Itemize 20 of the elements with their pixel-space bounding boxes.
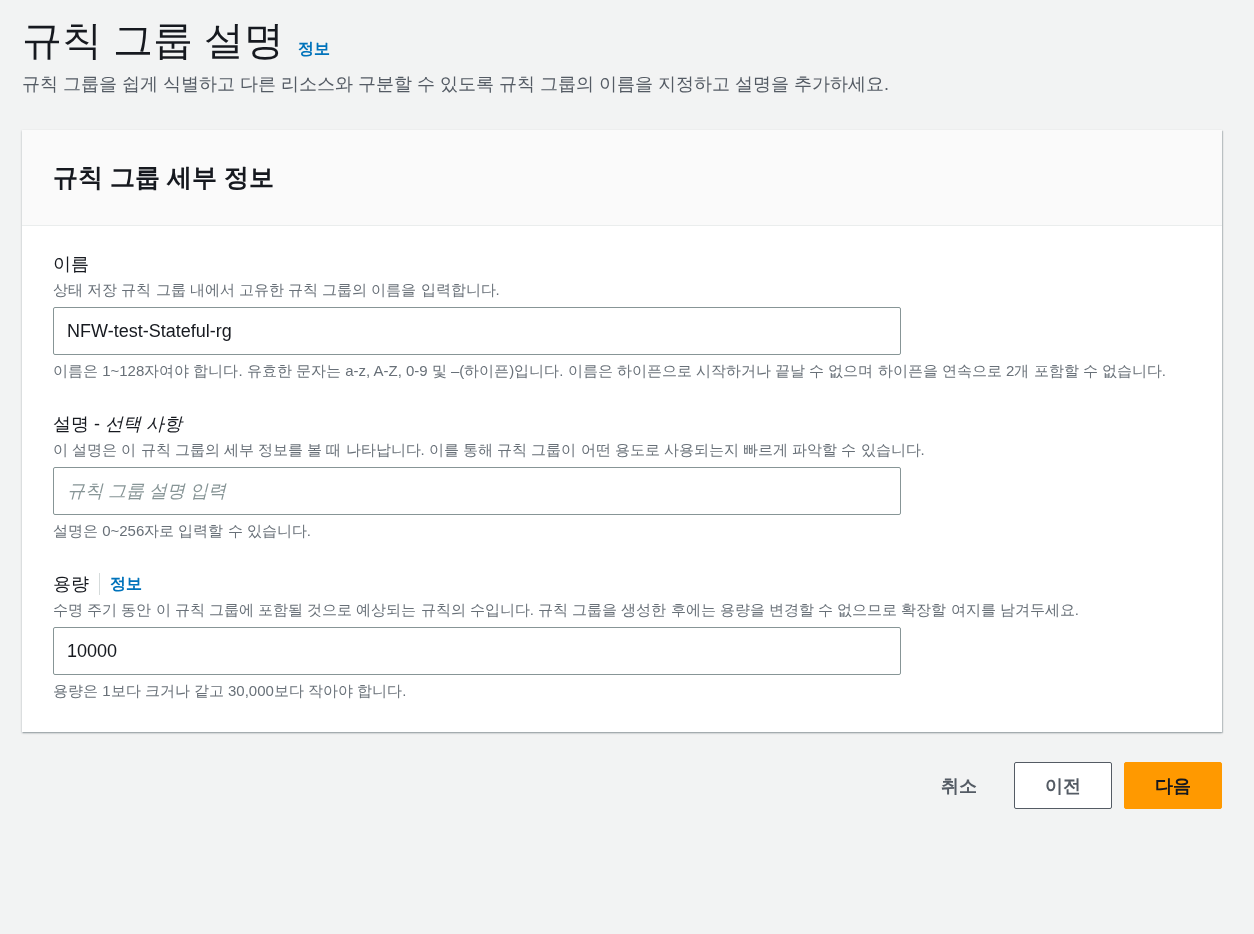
constraint-text: 설명은 0~256자로 입력할 수 있습니다.: [53, 521, 312, 541]
next-button[interactable]: 다음: [1124, 762, 1222, 809]
cancel-button[interactable]: 취소: [916, 762, 1002, 809]
field-label: 설명 - 선택 사항: [53, 413, 182, 436]
constraint-text: 이름은 1~128자여야 합니다. 유효한 문자는 a-z, A-Z, 0-9 및 –(하이픈)입니다. 이름은 하이픈으로 시작하거나 끝날 수 없으며 하이픈을 연속으로 2개 포함할 수 없습니다.: [53, 361, 1167, 381]
input-field[interactable]: 10000: [53, 627, 901, 675]
field-label: 이름: [53, 253, 89, 276]
field-description: 상태 저장 규칙 그룹 내에서 고유한 규칙 그룹의 이름을 입력합니다.: [53, 280, 501, 300]
page-title: 규칙 그룹 설명: [22, 17, 285, 64]
page-description: 규칙 그룹을 쉽게 식별하고 다른 리소스와 구분할 수 있도록 규칙 그룹의 이름을 지정하고 설명을 추가하세요.: [22, 73, 890, 96]
field-description: 수명 주기 동안 이 규칙 그룹에 포함될 것으로 예상되는 규칙의 수입니다. 규칙 그룹을 생성한 후에는 용량을 변경할 수 없으므로 확장할 여지를 남겨두세요.: [53, 600, 1080, 620]
input-field[interactable]: 규칙 그룹 설명 입력: [53, 467, 901, 515]
input-field[interactable]: NFW-test-Stateful-rg: [53, 307, 901, 355]
field-description: 이 설명은 이 규칙 그룹의 세부 정보를 볼 때 나타납니다. 이를 통해 규칙 그룹이 어떤 용도로 사용되는지 빠르게 파악할 수 있습니다.: [53, 440, 926, 460]
previous-button[interactable]: 이전: [1014, 762, 1112, 809]
info-link[interactable]: 정보: [298, 39, 331, 60]
field-label: 용량: [53, 573, 89, 596]
card-title: 규칙 그룹 세부 정보: [53, 162, 274, 193]
info-link[interactable]: 정보: [110, 573, 142, 595]
constraint-text: 용량은 1보다 크거나 같고 30,000보다 작아야 합니다.: [53, 681, 408, 701]
